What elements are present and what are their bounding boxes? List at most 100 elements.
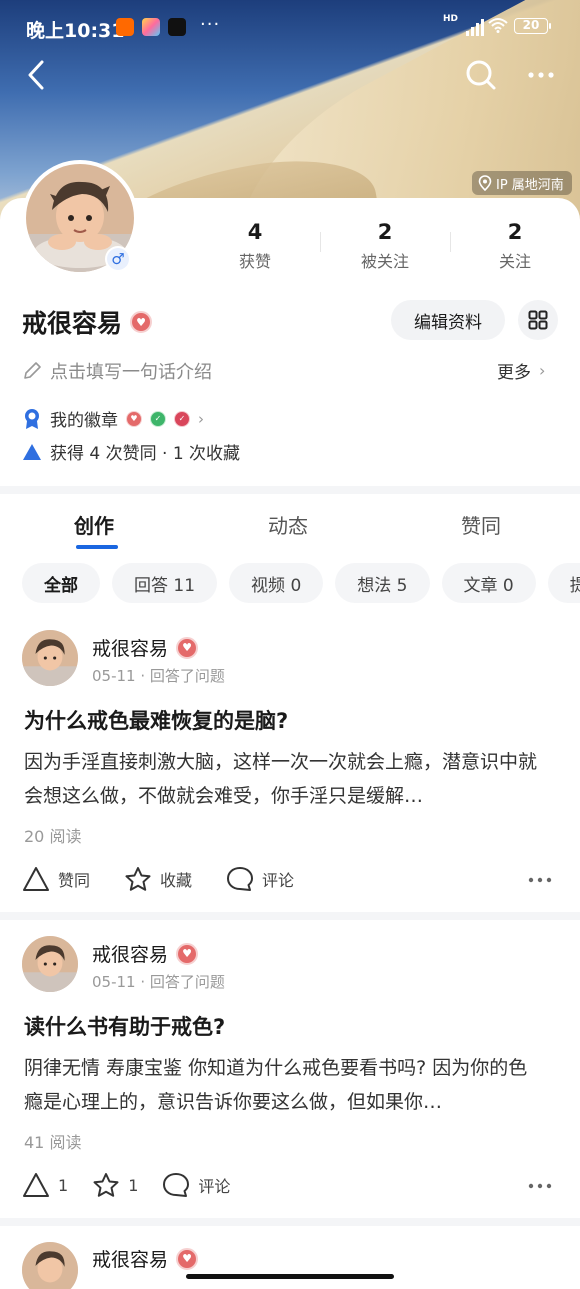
- qr-code-button[interactable]: [518, 300, 558, 340]
- upvote-triangle-icon: [23, 443, 41, 460]
- gender-male-badge: ♂: [105, 246, 131, 272]
- comment-label: 评论: [198, 1177, 231, 1196]
- filter-videos[interactable]: 视频 0: [229, 563, 324, 603]
- stat-following-label: 关注: [498, 252, 531, 271]
- bio-input[interactable]: 点击填写一句话介绍: [22, 358, 212, 384]
- more-options-icon[interactable]: [526, 60, 556, 90]
- favorite-count: 1: [128, 1175, 139, 1195]
- stat-likes[interactable]: 4 获赞: [190, 218, 320, 278]
- post-author-row: 戒很容易 ♥: [92, 634, 199, 661]
- feed-divider: [0, 912, 580, 920]
- filter-all[interactable]: 全部: [22, 563, 100, 603]
- status-bar: 晚上10:31 ··· HD 20: [0, 14, 580, 44]
- pencil-icon: [24, 362, 41, 379]
- stat-following-value: 2: [507, 220, 523, 244]
- ip-location-tag: IP 属地河南: [472, 171, 572, 195]
- post-author-name[interactable]: 戒很容易: [92, 634, 168, 661]
- avatar-illustration: [22, 936, 78, 992]
- tab-activity[interactable]: 动态: [268, 510, 308, 539]
- achievement-text: 获得 4 次赞同 · 1 次收藏: [50, 444, 241, 464]
- edit-profile-button[interactable]: 编辑资料: [391, 300, 505, 340]
- avatar-illustration: [22, 630, 78, 686]
- medal-icon: ♥: [176, 636, 199, 659]
- post-author-avatar[interactable]: [22, 936, 78, 992]
- back-arrow-icon[interactable]: [22, 58, 54, 92]
- chevron-right-icon: ›: [198, 409, 204, 428]
- post-meta: 05-11 · 回答了问题: [92, 667, 225, 685]
- star-icon: [125, 867, 151, 891]
- post-actions: 赞同 收藏 评论: [22, 866, 328, 892]
- post-read-count: 20 阅读: [24, 827, 82, 846]
- bio-placeholder: 点击填写一句话介绍: [50, 362, 212, 383]
- active-tab-indicator: [76, 545, 118, 549]
- post-excerpt[interactable]: 因为手淫直接刺激大脑，这样一次一次就会上瘾，潜意识中就会想这么做，不做就会难受，…: [24, 745, 544, 813]
- post-author-avatar[interactable]: [22, 630, 78, 686]
- post-meta: 05-11 · 回答了问题: [92, 973, 225, 991]
- favorite-button[interactable]: 收藏: [124, 866, 192, 892]
- location-pin-icon: [478, 175, 492, 191]
- stat-followers[interactable]: 2 被关注: [320, 218, 450, 278]
- post-title[interactable]: 为什么戒色最难恢复的是脑?: [24, 705, 288, 735]
- upvote-triangle-icon: [23, 1173, 49, 1197]
- filter-articles[interactable]: 文章 0: [441, 563, 536, 603]
- male-icon: ♂: [107, 248, 129, 270]
- stat-likes-value: 4: [247, 220, 263, 244]
- upvote-button[interactable]: 赞同: [22, 866, 90, 892]
- chevron-right-icon: ›: [539, 361, 546, 380]
- post-excerpt[interactable]: 阴律无情 寿康宝鉴 你知道为什么戒色要看书吗? 因为你的色瘾是心理上的，意识告诉…: [24, 1051, 544, 1119]
- profile-name: 戒很容易: [22, 309, 123, 338]
- more-options-icon[interactable]: [528, 875, 552, 885]
- stat-divider: [450, 232, 451, 252]
- more-info-label: 更多: [497, 363, 531, 383]
- post-author-name[interactable]: 戒很容易: [92, 1245, 168, 1272]
- filter-answers[interactable]: 回答 11: [112, 563, 218, 603]
- stat-following[interactable]: 2 关注: [450, 218, 580, 278]
- wifi-icon: [488, 18, 508, 33]
- achievement-row: 获得 4 次赞同 · 1 次收藏: [22, 439, 240, 464]
- post-author-row: 戒很容易 ♥: [92, 1245, 199, 1272]
- post-author-avatar[interactable]: [22, 1242, 78, 1289]
- medal-icon: ♥: [176, 1247, 199, 1270]
- feed-divider: [0, 1218, 580, 1226]
- battery-icon: 20: [514, 18, 551, 34]
- tab-create[interactable]: 创作: [74, 510, 114, 539]
- my-badges-row[interactable]: 我的徽章 ♥ ✓ ✓ ›: [22, 406, 204, 431]
- content-filter-chips: 全部 回答 11 视频 0 想法 5 文章 0 提: [22, 563, 580, 603]
- comment-button[interactable]: 评论: [162, 1172, 230, 1198]
- medal-icon[interactable]: ♥: [130, 311, 153, 333]
- status-time: 晚上10:31: [26, 20, 125, 42]
- stat-followers-value: 2: [377, 220, 393, 244]
- more-options-icon[interactable]: [528, 1181, 552, 1191]
- favorite-button[interactable]: 1: [92, 1172, 138, 1198]
- medal-icon: ♥: [176, 942, 199, 965]
- filter-thoughts[interactable]: 想法 5: [335, 563, 430, 603]
- mi-icon: [116, 18, 134, 36]
- post-actions: 1 1 评论: [22, 1172, 264, 1198]
- comment-bubble-icon: [163, 1173, 190, 1197]
- tab-likes[interactable]: 赞同: [461, 510, 501, 539]
- hd-icon: HD: [442, 14, 458, 24]
- badge-ribbon-icon: [25, 408, 39, 429]
- post-title[interactable]: 读什么书有助于戒色?: [24, 1011, 225, 1041]
- medal-check-icon: ✓: [174, 410, 190, 427]
- filter-more[interactable]: 提: [547, 563, 580, 603]
- comment-button[interactable]: 评论: [226, 866, 294, 892]
- stat-divider: [320, 232, 321, 252]
- more-info-link[interactable]: 更多 ›: [497, 358, 545, 383]
- post-author-row: 戒很容易 ♥: [92, 940, 199, 967]
- multiapp-icon: [142, 18, 160, 36]
- stat-followers-label: 被关注: [360, 252, 409, 271]
- signal-icon: [466, 18, 484, 36]
- upvote-triangle-icon: [23, 867, 49, 891]
- status-app-icons: [116, 18, 186, 36]
- status-more-icon: ···: [200, 14, 221, 35]
- home-indicator[interactable]: [186, 1274, 394, 1279]
- post-author-name[interactable]: 戒很容易: [92, 940, 168, 967]
- upvote-count: 1: [58, 1175, 69, 1195]
- search-icon[interactable]: [464, 58, 498, 92]
- avatar-illustration: [22, 1242, 78, 1289]
- my-badges-label: 我的徽章: [50, 411, 118, 431]
- stat-likes-label: 获赞: [238, 252, 271, 271]
- post-read-count: 41 阅读: [24, 1133, 82, 1152]
- upvote-button[interactable]: 1: [22, 1172, 68, 1198]
